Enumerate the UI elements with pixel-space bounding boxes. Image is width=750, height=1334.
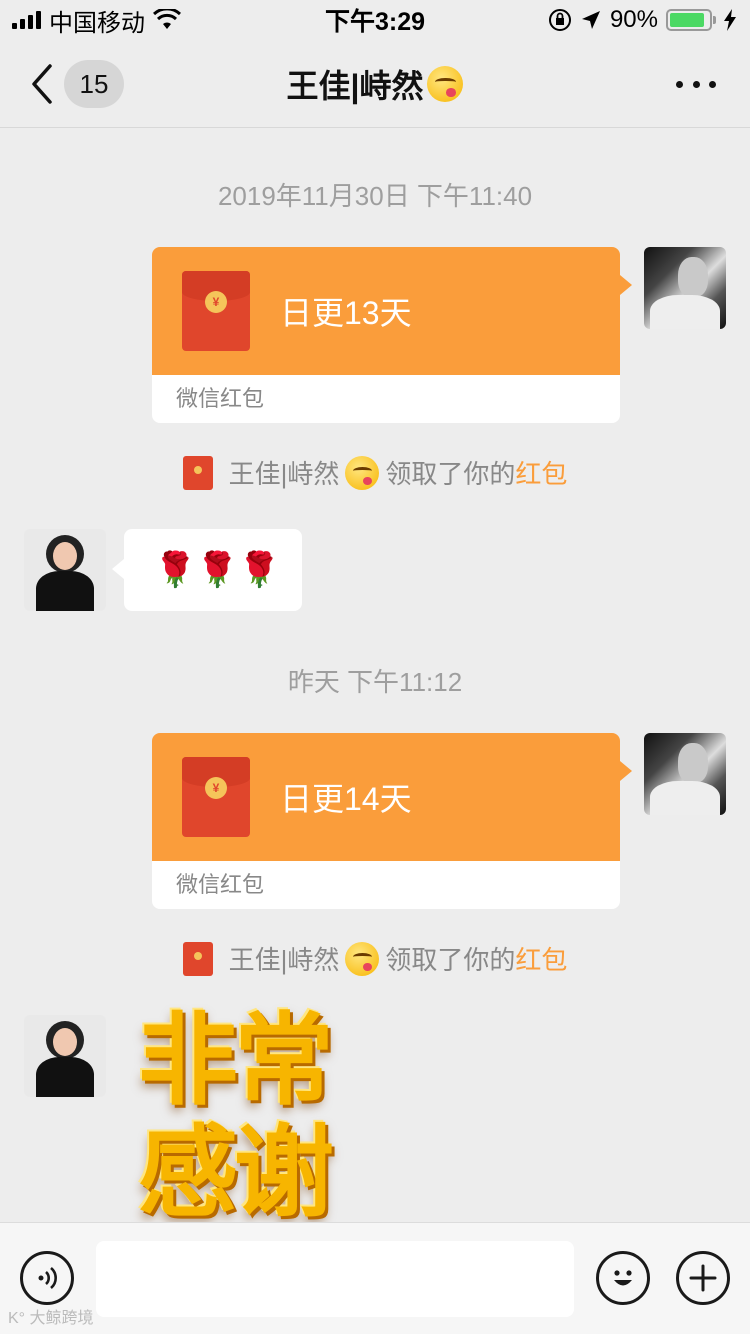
- charging-icon: [724, 9, 736, 31]
- savoring-food-emoji-icon: [427, 66, 464, 102]
- voice-input-button[interactable]: [20, 1251, 74, 1305]
- self-avatar[interactable]: [644, 247, 726, 329]
- rotation-lock-icon: [548, 9, 571, 31]
- input-bar: K° 大鲸跨境: [0, 1222, 750, 1334]
- watermark: K° 大鲸跨境: [8, 1304, 94, 1328]
- signal-icon: [12, 11, 41, 29]
- text-message-bubble[interactable]: 🌹 🌹 🌹: [112, 529, 302, 611]
- notice-name: 王佳|峙然: [228, 459, 340, 489]
- red-packet-received-notice: 王佳|峙然 领取了你的 红包: [0, 940, 750, 977]
- dot-icon: [692, 80, 700, 88]
- contact-avatar[interactable]: [24, 1015, 106, 1097]
- carrier-label: 中国移动: [49, 9, 145, 37]
- notice-action: 领取了你的: [385, 945, 516, 975]
- dot-icon: [676, 80, 683, 88]
- chat-title-text: 王佳|峙然: [286, 68, 424, 104]
- red-envelope-icon: [182, 455, 213, 490]
- red-packet-body[interactable]: ¥ 日更13天: [152, 247, 632, 375]
- red-envelope-icon: [182, 941, 213, 976]
- savoring-food-emoji-icon: [345, 455, 380, 490]
- emoji-button[interactable]: [596, 1251, 650, 1305]
- dot-icon: [709, 80, 716, 88]
- red-packet-title: 日更14天: [280, 781, 412, 817]
- plus-icon: [689, 1264, 717, 1292]
- location-icon: [581, 11, 600, 29]
- more-actions-button[interactable]: [676, 1251, 730, 1305]
- notice-action: 领取了你的: [385, 459, 516, 489]
- red-packet-link[interactable]: 红包: [515, 454, 567, 491]
- more-options-button[interactable]: [676, 70, 716, 98]
- red-packet-message[interactable]: ¥ 日更13天 微信红包: [152, 247, 632, 423]
- sticker-text-line: 非常: [138, 1002, 334, 1119]
- red-envelope-icon: ¥: [182, 757, 250, 837]
- red-packet-link[interactable]: 红包: [515, 940, 567, 977]
- voice-icon: [38, 1267, 57, 1289]
- thank-you-sticker[interactable]: 非常 感谢: [138, 1005, 368, 1229]
- red-packet-footer: 微信红包: [152, 861, 620, 909]
- status-bar: 中国移动 下午3:29 90%: [0, 0, 750, 40]
- wifi-icon: [153, 9, 181, 29]
- message-timestamp: 2019年11月30日 下午11:40: [217, 181, 533, 211]
- back-button[interactable]: [28, 62, 58, 106]
- rose-icon: 🌹: [196, 551, 239, 589]
- rose-icon: 🌹: [238, 551, 281, 589]
- watermark-logo-icon: K°: [8, 1310, 26, 1327]
- notice-name: 王佳|峙然: [228, 945, 340, 975]
- rose-icon: 🌹: [154, 551, 197, 589]
- nav-bar: 15 王佳|峙然: [0, 40, 750, 128]
- unread-count-badge[interactable]: 15: [64, 60, 124, 108]
- status-left: 中国移动: [12, 3, 181, 38]
- emoji-icon: [614, 1270, 632, 1286]
- status-right: 90%: [548, 6, 736, 34]
- red-envelope-icon: ¥: [182, 271, 250, 351]
- savoring-food-emoji-icon: [345, 941, 380, 976]
- chevron-left-icon: [32, 64, 52, 104]
- red-packet-footer: 微信红包: [152, 375, 620, 423]
- self-avatar[interactable]: [644, 733, 726, 815]
- watermark-text: 大鲸跨境: [29, 1310, 94, 1327]
- red-packet-body[interactable]: ¥ 日更14天: [152, 733, 632, 861]
- battery-icon: [666, 9, 716, 31]
- message-timestamp: 昨天 下午11:12: [287, 667, 463, 697]
- battery-percent: 90%: [609, 6, 658, 33]
- red-packet-message[interactable]: ¥ 日更14天 微信红包: [152, 733, 632, 909]
- sticker-text-line: 感谢: [138, 1114, 334, 1231]
- red-packet-title: 日更13天: [280, 295, 412, 331]
- contact-avatar[interactable]: [24, 529, 106, 611]
- message-input[interactable]: [96, 1241, 574, 1317]
- red-packet-received-notice: 王佳|峙然 领取了你的 红包: [0, 454, 750, 491]
